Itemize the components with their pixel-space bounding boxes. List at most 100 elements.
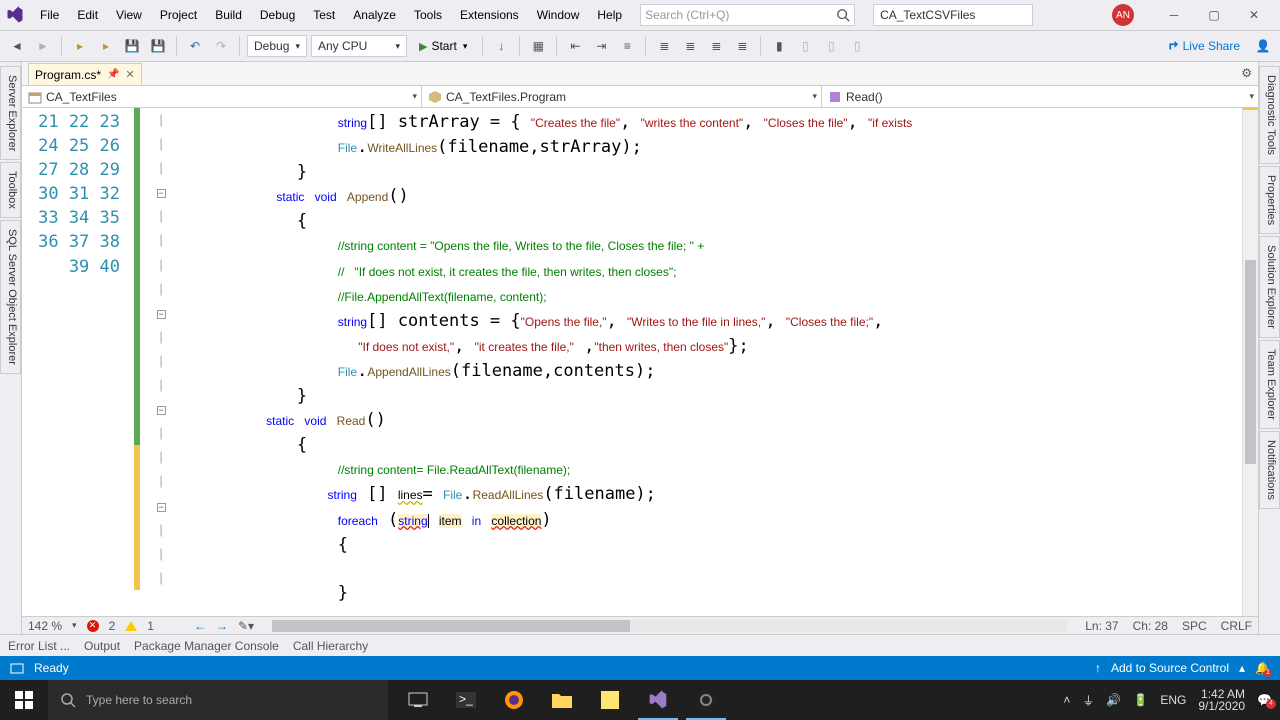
indent-button[interactable]: ⇥ — [590, 35, 612, 57]
nav-scope[interactable]: CA_TextFiles▾ — [22, 86, 422, 107]
tab-options-icon[interactable]: ⚙ — [1241, 66, 1252, 80]
app-sticky[interactable] — [586, 680, 634, 720]
side-tab[interactable]: Server Explorer — [0, 66, 21, 160]
menu-analyze[interactable]: Analyze — [345, 4, 404, 26]
tool-tab[interactable]: Output — [84, 639, 120, 653]
tool-button-6[interactable]: ▯ — [846, 35, 868, 57]
comment-button[interactable]: ≣ — [653, 35, 675, 57]
side-tab[interactable]: Solution Explorer — [1259, 236, 1280, 338]
new-button[interactable]: ▸ — [69, 35, 91, 57]
tray-expand-icon[interactable]: ˄ — [1063, 693, 1070, 707]
live-share-button[interactable]: Live Share — [1157, 39, 1248, 53]
tool-tab[interactable]: Error List ... — [8, 639, 70, 653]
uncomment-button[interactable]: ≣ — [679, 35, 701, 57]
close-tab-icon[interactable]: ✕ — [125, 68, 134, 81]
terminal-icon: >_ — [456, 692, 476, 708]
side-tab[interactable]: SQL Server Object Explorer — [0, 220, 21, 374]
forward-button[interactable]: ► — [32, 35, 54, 57]
status-icon — [10, 661, 24, 675]
close-button[interactable]: ✕ — [1234, 1, 1274, 29]
maximize-button[interactable]: ▢ — [1194, 1, 1234, 29]
tool-button-5[interactable]: ▯ — [820, 35, 842, 57]
menu-test[interactable]: Test — [305, 4, 343, 26]
menu-file[interactable]: File — [32, 4, 67, 26]
redo-button[interactable]: ↷ — [210, 35, 232, 57]
svg-text:>_: >_ — [459, 692, 473, 706]
start-menu-button[interactable] — [0, 680, 48, 720]
source-control-button[interactable]: Add to Source Control — [1111, 661, 1229, 675]
warning-icon[interactable] — [125, 621, 137, 631]
nav-back-icon[interactable]: ← — [194, 619, 206, 633]
start-button[interactable]: ▶Start▾ — [411, 35, 475, 57]
app-terminal[interactable]: >_ — [442, 680, 490, 720]
app-obs[interactable] — [682, 680, 730, 720]
nav-bar: CA_TextFiles▾ CA_TextFiles.Program▾ Read… — [22, 86, 1258, 108]
app-visual-studio[interactable] — [634, 680, 682, 720]
pen-icon[interactable]: ✎▾ — [238, 619, 254, 633]
save-button[interactable]: 💾 — [121, 35, 143, 57]
volume-icon[interactable]: 🔊 — [1106, 693, 1121, 707]
quick-search[interactable]: Search (Ctrl+Q) — [640, 4, 855, 26]
side-tab[interactable]: Diagnostic Tools — [1259, 66, 1280, 164]
nav-member[interactable]: Read()▾ — [822, 86, 1258, 107]
folder-icon — [552, 692, 572, 708]
tool-tab[interactable]: Call Hierarchy — [293, 639, 368, 653]
task-view-button[interactable] — [394, 680, 442, 720]
notifications-icon[interactable]: 🔔1 — [1255, 661, 1270, 675]
outdent-button[interactable]: ⇤ — [564, 35, 586, 57]
error-icon[interactable]: ✕ — [87, 620, 99, 632]
nav-class[interactable]: CA_TextFiles.Program▾ — [422, 86, 822, 107]
menu-help[interactable]: Help — [589, 4, 630, 26]
menu-project[interactable]: Project — [152, 4, 205, 26]
code-area[interactable]: 21 22 23 24 25 26 27 28 29 30 31 32 33 3… — [22, 108, 1258, 616]
tab-title: Program.cs* — [35, 68, 101, 82]
back-button[interactable]: ◄ — [6, 35, 28, 57]
network-icon[interactable]: ⏚ — [1082, 692, 1094, 709]
menu-edit[interactable]: Edit — [69, 4, 106, 26]
solution-name[interactable]: CA_TextCSVFiles — [873, 4, 1033, 26]
menu-debug[interactable]: Debug — [252, 4, 303, 26]
tool-tab[interactable]: Package Manager Console — [134, 639, 279, 653]
side-tab[interactable]: Toolbox — [0, 162, 21, 218]
tool-button-3[interactable]: ≣ — [731, 35, 753, 57]
status-text: Ready — [34, 661, 69, 675]
bookmark-button[interactable]: ▮ — [768, 35, 790, 57]
side-tab[interactable]: Team Explorer — [1259, 340, 1280, 429]
tool-button-1[interactable]: ▦ — [527, 35, 549, 57]
taskview-icon — [408, 692, 428, 708]
nav-fwd-icon[interactable]: → — [216, 619, 228, 633]
horizontal-scrollbar[interactable] — [272, 620, 1067, 632]
save-all-button[interactable]: 💾 — [147, 35, 169, 57]
menu-window[interactable]: Window — [529, 4, 588, 26]
undo-button[interactable]: ↶ — [184, 35, 206, 57]
tool-button-2[interactable]: ≣ — [705, 35, 727, 57]
code-text[interactable]: string[] strArray = { "Creates the file"… — [170, 108, 1242, 616]
step-button[interactable]: ↓ — [490, 35, 512, 57]
format-button[interactable]: ≡ — [616, 35, 638, 57]
tool-button-4[interactable]: ▯ — [794, 35, 816, 57]
fold-column[interactable]: │ │ │ − │ │ │ │ − │ │ │ − │ │ │ − │ │ │ — [152, 108, 170, 616]
menu-tools[interactable]: Tools — [406, 4, 450, 26]
menu-build[interactable]: Build — [207, 4, 250, 26]
clock[interactable]: 1:42 AM 9/1/2020 — [1198, 688, 1245, 712]
pin-icon[interactable]: 📌 — [107, 69, 119, 80]
config-combo[interactable]: Debug▾ — [247, 35, 307, 57]
open-button[interactable]: ▸ — [95, 35, 117, 57]
menu-view[interactable]: View — [108, 4, 150, 26]
side-tab[interactable]: Properties — [1259, 166, 1280, 234]
feedback-button[interactable]: 👤 — [1252, 35, 1274, 57]
language-indicator[interactable]: ENG — [1160, 693, 1186, 707]
action-center-icon[interactable]: 💬4 — [1257, 693, 1272, 707]
platform-combo[interactable]: Any CPU▾ — [311, 35, 407, 57]
side-tab[interactable]: Notifications — [1259, 431, 1280, 509]
document-tab[interactable]: Program.cs* 📌 ✕ — [28, 63, 142, 85]
minimize-button[interactable]: ─ — [1154, 1, 1194, 29]
menu-extensions[interactable]: Extensions — [452, 4, 527, 26]
taskbar-search[interactable]: Type here to search — [48, 680, 388, 720]
zoom-level[interactable]: 142 % — [28, 619, 62, 633]
app-firefox[interactable] — [490, 680, 538, 720]
app-explorer[interactable] — [538, 680, 586, 720]
vertical-scrollbar[interactable] — [1242, 108, 1258, 616]
battery-icon[interactable]: 🔋 — [1133, 693, 1148, 707]
user-avatar[interactable]: AN — [1112, 4, 1134, 26]
